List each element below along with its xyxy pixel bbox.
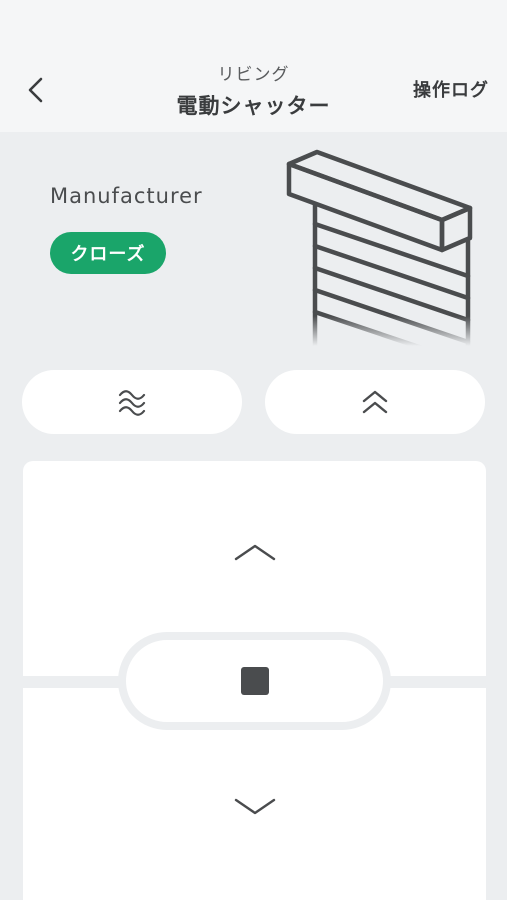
- stop-icon: [240, 667, 269, 695]
- full-open-button[interactable]: [265, 370, 485, 434]
- chevron-down-icon: [234, 798, 275, 815]
- shutter-illustration-icon: [282, 149, 482, 346]
- manufacturer-label: Manufacturer: [50, 184, 203, 208]
- header: リビング 電動シャッター 操作ログ: [0, 0, 507, 132]
- stop-button[interactable]: [118, 632, 391, 730]
- app-screen: リビング 電動シャッター 操作ログ Manufacturer クローズ: [0, 0, 507, 900]
- operation-log-button[interactable]: 操作ログ: [413, 76, 489, 102]
- vent-button[interactable]: [22, 370, 242, 434]
- status-badge: クローズ: [50, 232, 166, 274]
- vent-waves-icon: [118, 390, 146, 416]
- double-chevron-up-icon: [362, 390, 388, 414]
- chevron-up-icon: [234, 544, 275, 561]
